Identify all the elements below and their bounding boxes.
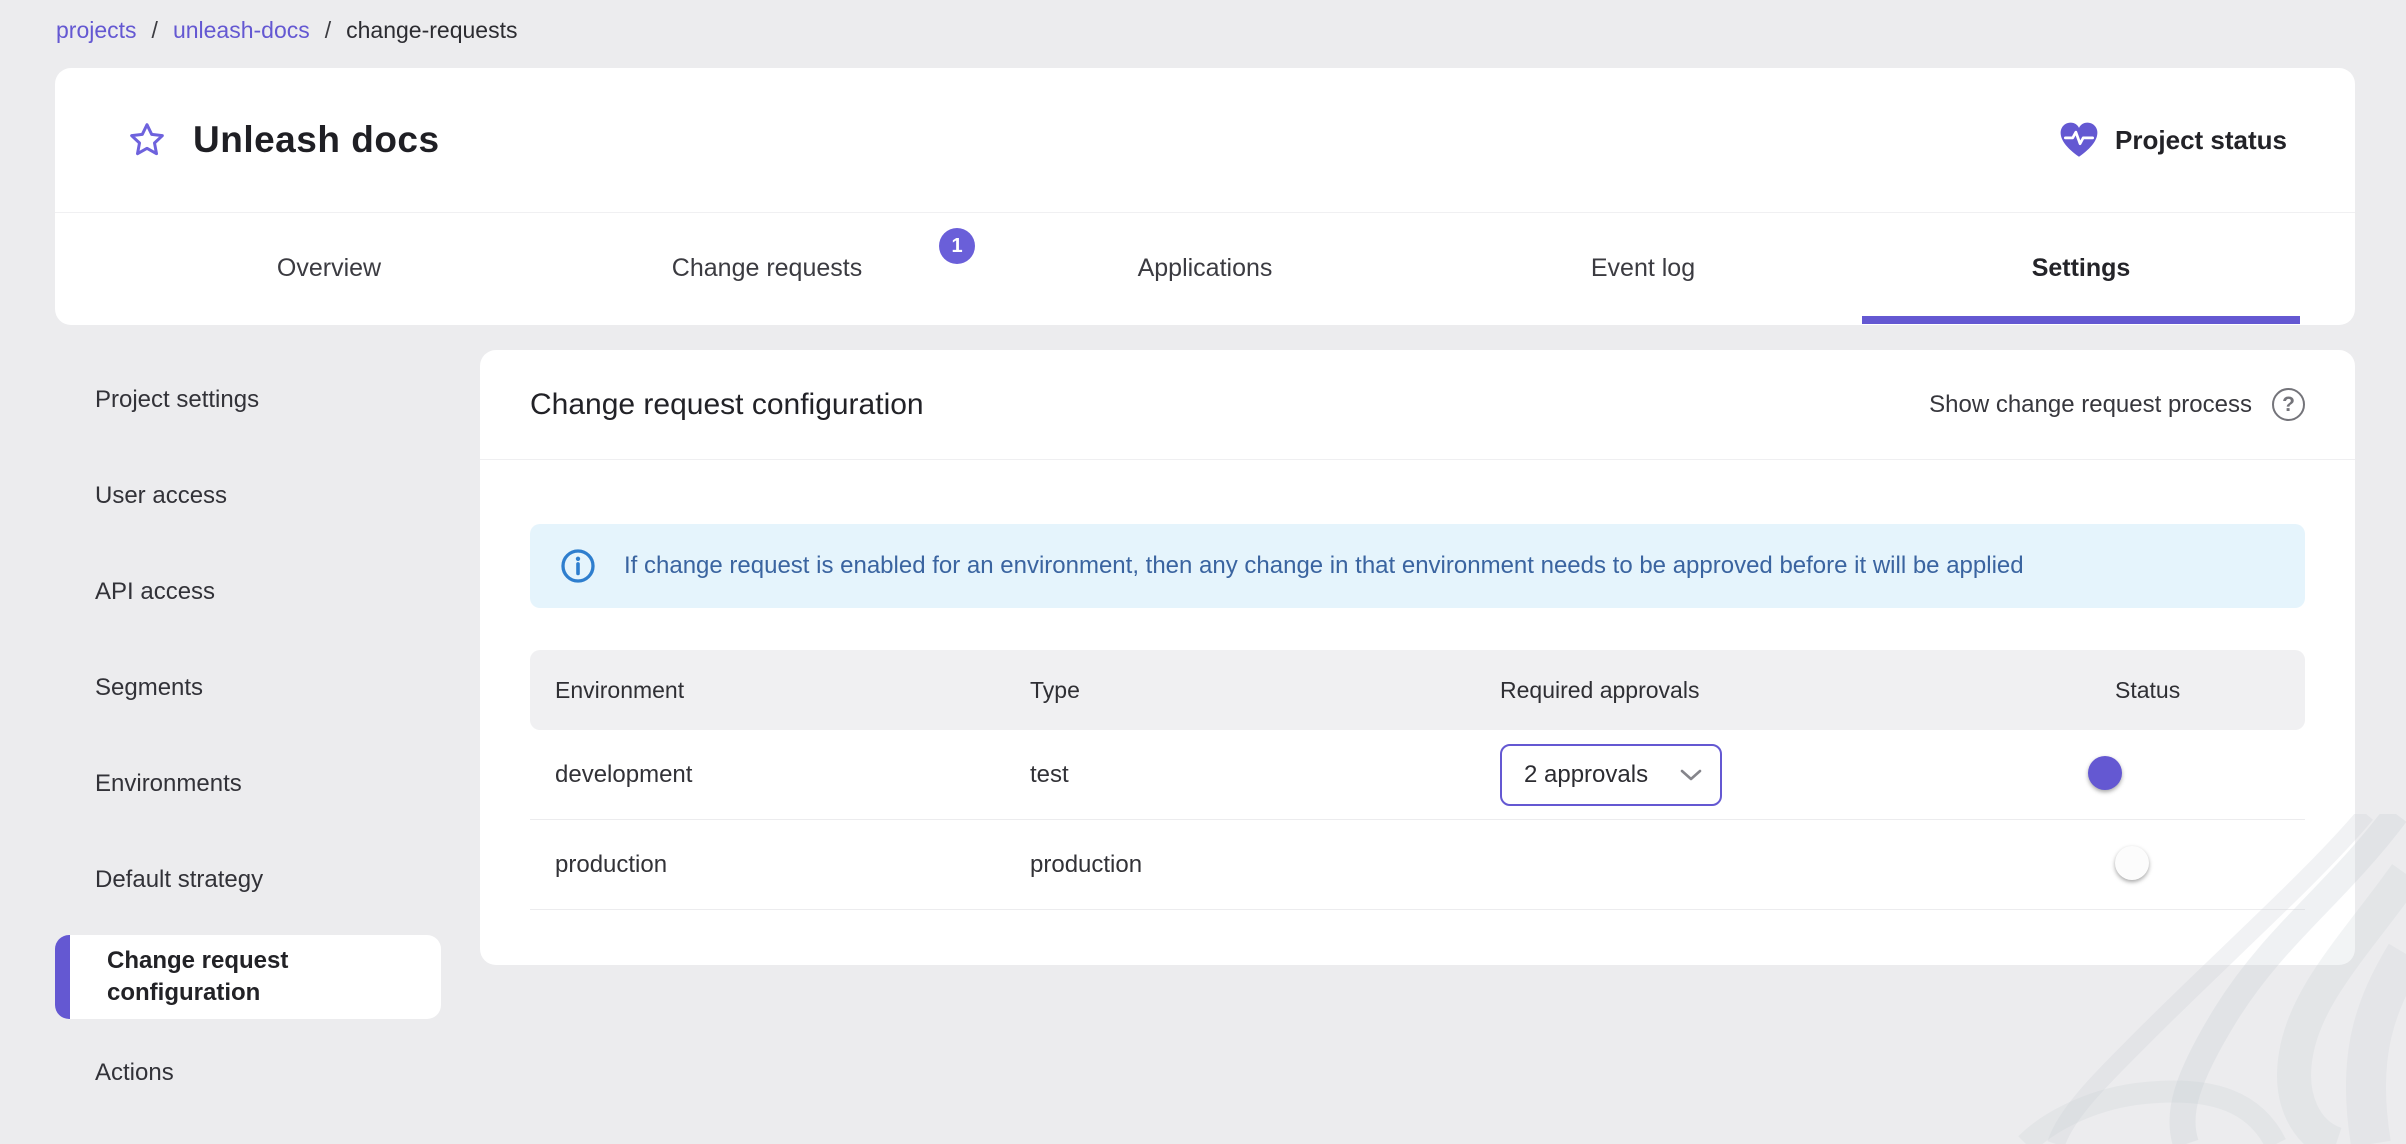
sidebar-item-actions[interactable]: Actions <box>55 1025 455 1121</box>
help-link-label: Show change request process <box>1929 390 2252 418</box>
environment-cell: production <box>555 850 668 878</box>
sidebar-item-label: Change request configuration <box>107 947 289 1006</box>
breadcrumb-project[interactable]: unleash-docs <box>173 17 310 44</box>
tab-label: Overview <box>276 254 382 282</box>
page: projects / unleash-docs / change-request… <box>0 0 2406 1144</box>
table-row-production: production production <box>530 820 2305 910</box>
card-header: Change request configuration Show change… <box>480 350 2355 460</box>
breadcrumb-current: change-requests <box>346 17 518 43</box>
project-header: Unleash docs Project status <box>55 68 2355 213</box>
sidebar-item-default-strategy[interactable]: Default strategy <box>55 832 455 928</box>
settings-sidebar: Project settings User access API access … <box>55 352 455 1121</box>
tab-label: Change requests <box>671 254 863 282</box>
breadcrumb-separator: / <box>324 17 332 43</box>
tab-settings[interactable]: Settings <box>1862 213 2300 324</box>
tab-label: Settings <box>2031 254 2131 282</box>
project-status-button[interactable]: Project status <box>2058 121 2287 159</box>
sidebar-item-label: Environments <box>95 770 242 797</box>
project-status-label: Project status <box>2115 124 2287 155</box>
sidebar-item-label: Segments <box>95 674 204 701</box>
favorite-star-icon[interactable] <box>127 120 167 160</box>
sidebar-item-label: Default strategy <box>95 866 264 893</box>
card-title: Change request configuration <box>530 387 924 421</box>
column-required-approvals: Required approvals <box>1500 676 1700 703</box>
tab-event-log[interactable]: Event log <box>1424 213 1862 324</box>
info-icon <box>560 548 596 584</box>
sidebar-item-label: User access <box>95 482 228 509</box>
toggle-knob <box>2088 755 2122 790</box>
type-cell: production <box>1030 850 1143 878</box>
sidebar-item-environments[interactable]: Environments <box>55 736 455 832</box>
breadcrumb: projects / unleash-docs / change-request… <box>56 17 517 44</box>
type-cell: test <box>1030 760 1069 788</box>
tab-applications[interactable]: Applications <box>986 213 1424 324</box>
table-header-row: Environment Type Required approvals Stat… <box>530 650 2305 730</box>
select-value: 2 approvals <box>1524 760 1649 788</box>
column-status: Status <box>2115 676 2181 703</box>
show-change-request-process-link[interactable]: Show change request process ? <box>1929 388 2305 421</box>
sidebar-item-change-request-configuration[interactable]: Change request configuration <box>55 935 441 1019</box>
heart-pulse-icon <box>2058 121 2100 159</box>
change-requests-count-badge: 1 <box>939 228 975 264</box>
sidebar-item-segments[interactable]: Segments <box>55 640 455 736</box>
tab-overview[interactable]: Overview <box>110 213 548 324</box>
page-title: Unleash docs <box>193 119 440 160</box>
table-row-development: development test 2 approvals <box>530 730 2305 820</box>
info-alert-text: If change request is enabled for an envi… <box>624 552 2024 579</box>
tab-label: Event log <box>1590 254 1696 282</box>
project-header-card: Unleash docs Project status Overview Cha… <box>55 68 2355 325</box>
sidebar-item-api-access[interactable]: API access <box>55 544 455 640</box>
toggle-knob <box>2115 845 2149 880</box>
required-approvals-select[interactable]: 2 approvals <box>1500 743 1722 806</box>
info-alert: If change request is enabled for an envi… <box>530 524 2305 608</box>
sidebar-item-user-access[interactable]: User access <box>55 448 455 544</box>
project-tabs: Overview Change requests 1 Applications … <box>55 213 2355 324</box>
sidebar-item-label: Actions <box>95 1059 174 1086</box>
chevron-down-icon <box>1680 768 1702 782</box>
tab-change-requests[interactable]: Change requests 1 <box>548 213 986 324</box>
sidebar-item-label: Project settings <box>95 386 260 413</box>
change-request-configuration-card: Change request configuration Show change… <box>480 350 2355 965</box>
tab-label: Applications <box>1137 254 1273 282</box>
help-question-icon[interactable]: ? <box>2272 388 2305 421</box>
sidebar-item-label: API access <box>95 578 216 605</box>
environment-cell: development <box>555 760 693 788</box>
project-title-group: Unleash docs <box>127 119 440 161</box>
breadcrumb-separator: / <box>151 17 158 43</box>
column-environment: Environment <box>555 676 685 703</box>
breadcrumb-projects[interactable]: projects <box>56 17 137 44</box>
column-type: Type <box>1030 676 1080 703</box>
environments-table: Environment Type Required approvals Stat… <box>530 650 2305 910</box>
sidebar-item-project-settings[interactable]: Project settings <box>55 352 455 448</box>
